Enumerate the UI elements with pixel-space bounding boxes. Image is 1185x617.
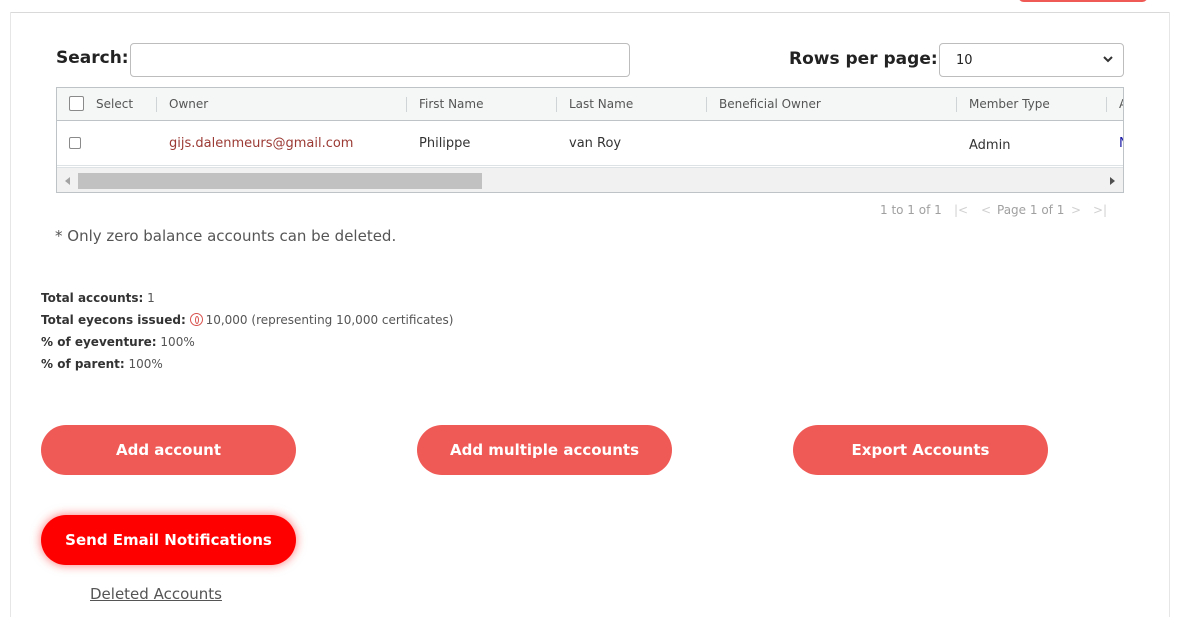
search-input[interactable]	[130, 43, 630, 77]
table-row[interactable]: gijs.dalenmeurs@gmail.com Philippe van R…	[57, 121, 1123, 166]
header-next-column[interactable]: A	[1119, 88, 1123, 121]
last-page-icon[interactable]: >|	[1093, 203, 1107, 217]
member-type-cell: Admin	[969, 138, 1011, 153]
stat-label: Total eyecons issued:	[41, 313, 186, 327]
add-account-button[interactable]: Add account	[41, 425, 296, 475]
deleted-accounts-link[interactable]: Deleted Accounts	[90, 585, 222, 603]
stat-label: % of parent:	[41, 357, 125, 371]
export-accounts-button[interactable]: Export Accounts	[793, 425, 1048, 475]
scroll-right-icon[interactable]	[1110, 177, 1115, 185]
grid-header: Select Owner First Name Last Name Benefi…	[57, 88, 1123, 121]
next-page-icon[interactable]: >	[1071, 203, 1081, 217]
first-name-cell: Philippe	[419, 136, 471, 151]
header-beneficial-owner[interactable]: Beneficial Owner	[719, 88, 821, 121]
header-owner[interactable]: Owner	[169, 88, 208, 121]
header-last-name[interactable]: Last Name	[569, 88, 633, 121]
owner-email-link[interactable]: gijs.dalenmeurs@gmail.com	[169, 136, 353, 151]
column-separator	[556, 97, 557, 112]
accounts-grid: Select Owner First Name Last Name Benefi…	[56, 87, 1124, 193]
prev-page-icon[interactable]: <	[981, 203, 991, 217]
add-multiple-accounts-button[interactable]: Add multiple accounts	[417, 425, 672, 475]
horizontal-scrollbar[interactable]	[57, 167, 1123, 192]
first-page-icon[interactable]: |<	[954, 203, 968, 217]
rows-per-page-value: 10	[956, 53, 973, 68]
card-border-left	[10, 12, 11, 617]
scroll-left-icon[interactable]	[65, 177, 70, 185]
next-column-cell: N	[1119, 136, 1123, 151]
column-separator	[406, 97, 407, 112]
stat-value: 1	[147, 291, 155, 305]
delete-note: * Only zero balance accounts can be dele…	[55, 227, 397, 245]
search-label: Search:	[56, 48, 129, 68]
scrollbar-thumb[interactable]	[78, 173, 482, 189]
stat-value: 100%	[128, 357, 163, 371]
eyecon-coin-icon	[189, 313, 203, 326]
header-first-name[interactable]: First Name	[419, 88, 483, 121]
stat-label: Total accounts:	[41, 291, 144, 305]
top-button-edge[interactable]	[1018, 0, 1148, 2]
stat-total-eyecons: Total eyecons issued: 10,000 (representi…	[41, 313, 453, 327]
card-border-right	[1169, 12, 1170, 617]
stat-pct-parent: % of parent: 100%	[41, 357, 163, 371]
row-checkbox[interactable]	[69, 137, 81, 149]
rows-per-page-label: Rows per page:	[789, 49, 938, 69]
header-select: Select	[96, 97, 134, 111]
pagination-range: 1 to 1 of 1	[880, 203, 942, 217]
column-separator	[156, 97, 157, 112]
page-indicator: Page 1 of 1	[997, 203, 1065, 217]
stat-label: % of eyeventure:	[41, 335, 157, 349]
column-separator	[706, 97, 707, 112]
top-divider	[10, 12, 1170, 13]
stat-total-accounts: Total accounts: 1	[41, 291, 155, 305]
chevron-down-icon	[1103, 56, 1113, 63]
select-all-checkbox[interactable]	[69, 96, 84, 111]
column-separator	[956, 97, 957, 112]
header-member-type[interactable]: Member Type	[969, 88, 1050, 121]
column-separator	[1106, 97, 1107, 112]
stat-value: 100%	[160, 335, 195, 349]
stat-value: 10,000 (representing 10,000 certificates…	[205, 313, 454, 327]
send-email-notifications-button[interactable]: Send Email Notifications	[41, 515, 296, 565]
last-name-cell: van Roy	[569, 136, 622, 151]
stat-pct-eyeventure: % of eyeventure: 100%	[41, 335, 195, 349]
rows-per-page-select[interactable]: 10	[939, 43, 1124, 77]
